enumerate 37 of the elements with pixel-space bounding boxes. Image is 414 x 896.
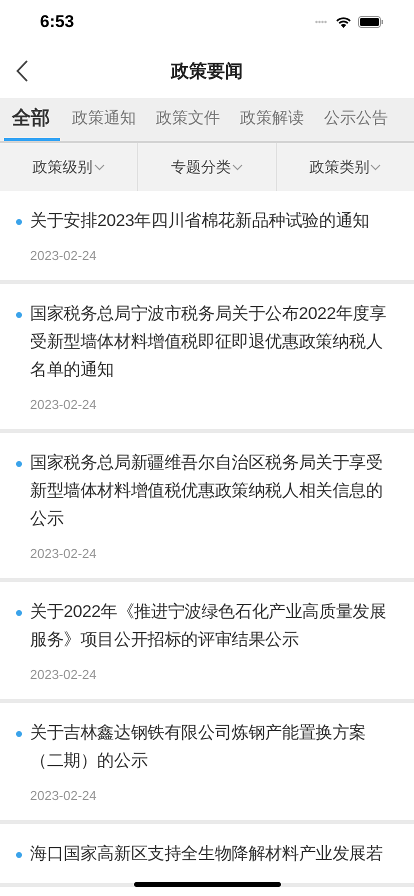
article-title: 关于安排2023年四川省棉花新品种试验的通知	[30, 210, 370, 232]
article-title: 国家税务总局宁波市税务局关于公布2022年度享受新型墙体材料增值税即征即退优惠政策纳税人名单的通知	[30, 303, 388, 381]
article-item[interactable]: 关于安排2023年四川省棉花新品种试验的通知 2023-02-24	[0, 191, 414, 284]
tab[interactable]: 公示公告	[316, 98, 396, 141]
article-item[interactable]: 国家税务总局新疆维吾尔自治区税务局关于享受新型墙体材料增值税优惠政策纳税人相关信息的公示 2023-02-24	[0, 433, 414, 582]
article-title: 国家税务总局新疆维吾尔自治区税务局关于享受新型墙体材料增值税优惠政策纳税人相关信息的公示	[30, 452, 384, 530]
wifi-icon	[335, 16, 352, 28]
filter-dropdown[interactable]: 政策级别	[0, 143, 138, 191]
filter-dropdown[interactable]: 专题分类	[138, 143, 277, 191]
page-title: 政策要闻	[171, 60, 243, 83]
tab[interactable]: 政策通知	[64, 98, 144, 141]
article-item[interactable]: 关于2022年《推进宁波绿色石化产业高质量发展服务》项目公开招标的评审结果公示 2023-02-24	[0, 582, 414, 703]
article-item[interactable]: 国家税务总局宁波市税务局关于公布2022年度享受新型墙体材料增值税即征即退优惠政策纳税人名单的通知 2023-02-24	[0, 284, 414, 433]
filter-dropdown[interactable]: 政策类别	[276, 143, 414, 191]
bullet-icon	[16, 731, 22, 737]
bullet-icon	[16, 461, 22, 467]
article-title: 海口国家高新区支持全生物降解材料产业发展若	[30, 843, 384, 865]
tab[interactable]: 政策解读	[232, 98, 312, 141]
status-time: 6:53	[40, 12, 74, 32]
article-date: 2023-02-24	[30, 396, 98, 414]
article-date: 2023-02-24	[30, 666, 98, 684]
bullet-icon	[16, 312, 22, 318]
signal-icon	[315, 20, 329, 24]
battery-icon	[358, 16, 384, 28]
article-date: 2023-02-24	[30, 545, 98, 563]
bullet-icon	[16, 610, 22, 616]
tab[interactable]: 政策文件	[148, 98, 228, 141]
article-date: 2023-02-24	[30, 787, 98, 805]
article-item[interactable]: 关于吉林鑫达钢铁有限公司炼钢产能置换方案（二期）的公示 2023-02-24	[0, 703, 414, 824]
bullet-icon	[16, 219, 22, 225]
chevron-down-icon	[94, 164, 105, 170]
bullet-icon	[16, 852, 22, 858]
article-date: 2023-02-24	[30, 247, 98, 265]
chevron-down-icon	[232, 164, 243, 170]
chevron-down-icon	[370, 164, 382, 170]
article-title: 关于吉林鑫达钢铁有限公司炼钢产能置换方案（二期）的公示	[30, 722, 368, 772]
article-title: 关于2022年《推进宁波绿色石化产业高质量发展服务》项目公开招标的评审结果公示	[30, 601, 388, 651]
